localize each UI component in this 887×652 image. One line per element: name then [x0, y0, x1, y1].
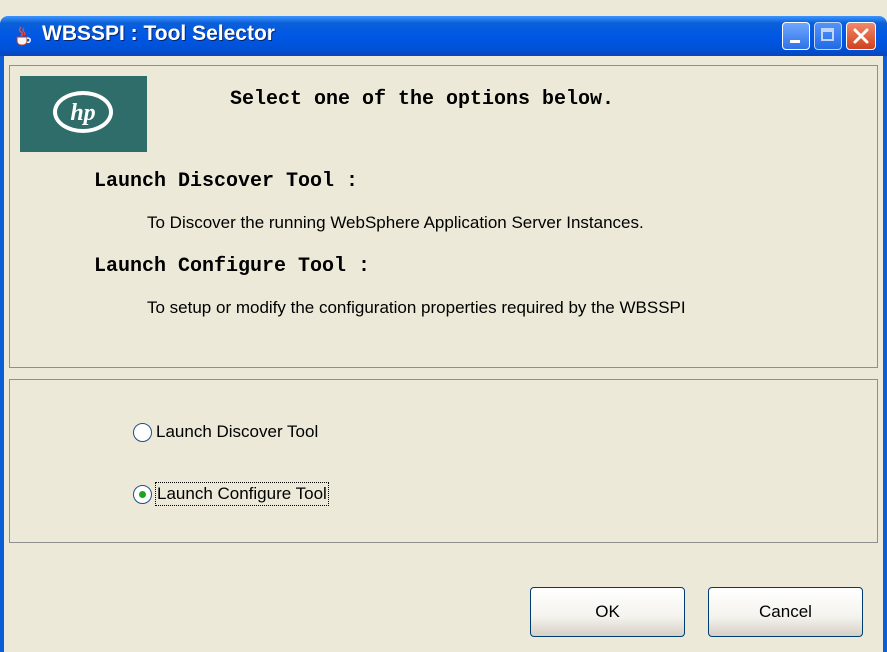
- hp-logo-icon: hp: [53, 91, 113, 133]
- info-panel: hp Select one of the options below. Laun…: [9, 65, 878, 368]
- configure-radio-button[interactable]: [133, 484, 152, 504]
- cancel-button[interactable]: Cancel: [708, 587, 863, 637]
- title-bar[interactable]: WBSSPI : Tool Selector: [0, 16, 887, 56]
- discover-option-title: Launch Discover Tool :: [94, 170, 359, 193]
- minimize-button[interactable]: [782, 22, 810, 50]
- tool-selector-window: WBSSPI : Tool Selector hp Select one of …: [0, 0, 887, 652]
- configure-option-title: Launch Configure Tool :: [94, 255, 371, 278]
- hp-logo-box: hp: [20, 76, 147, 152]
- close-button[interactable]: [846, 22, 876, 50]
- discover-radio-label[interactable]: Launch Discover Tool: [155, 421, 319, 443]
- configure-option-description: To setup or modify the configuration pro…: [147, 298, 686, 317]
- window-frame-left: [0, 56, 4, 652]
- window-frame-right: [883, 56, 887, 652]
- configure-radio-option[interactable]: Launch Configure Tool: [133, 481, 329, 507]
- discover-radio-button[interactable]: [133, 422, 152, 442]
- maximize-button[interactable]: [814, 22, 842, 50]
- tool-choice-panel: Launch Discover Tool Launch Configure To…: [9, 379, 878, 543]
- discover-radio-option[interactable]: Launch Discover Tool: [133, 419, 319, 445]
- instruction-heading: Select one of the options below.: [230, 88, 615, 111]
- java-cup-icon: [16, 26, 31, 46]
- configure-radio-label[interactable]: Launch Configure Tool: [155, 482, 329, 506]
- close-icon: [853, 28, 869, 44]
- svg-text:hp: hp: [70, 100, 95, 126]
- ok-button[interactable]: OK: [530, 587, 685, 637]
- discover-option-description: To Discover the running WebSphere Applic…: [147, 213, 644, 232]
- window-title: WBSSPI : Tool Selector: [42, 22, 275, 45]
